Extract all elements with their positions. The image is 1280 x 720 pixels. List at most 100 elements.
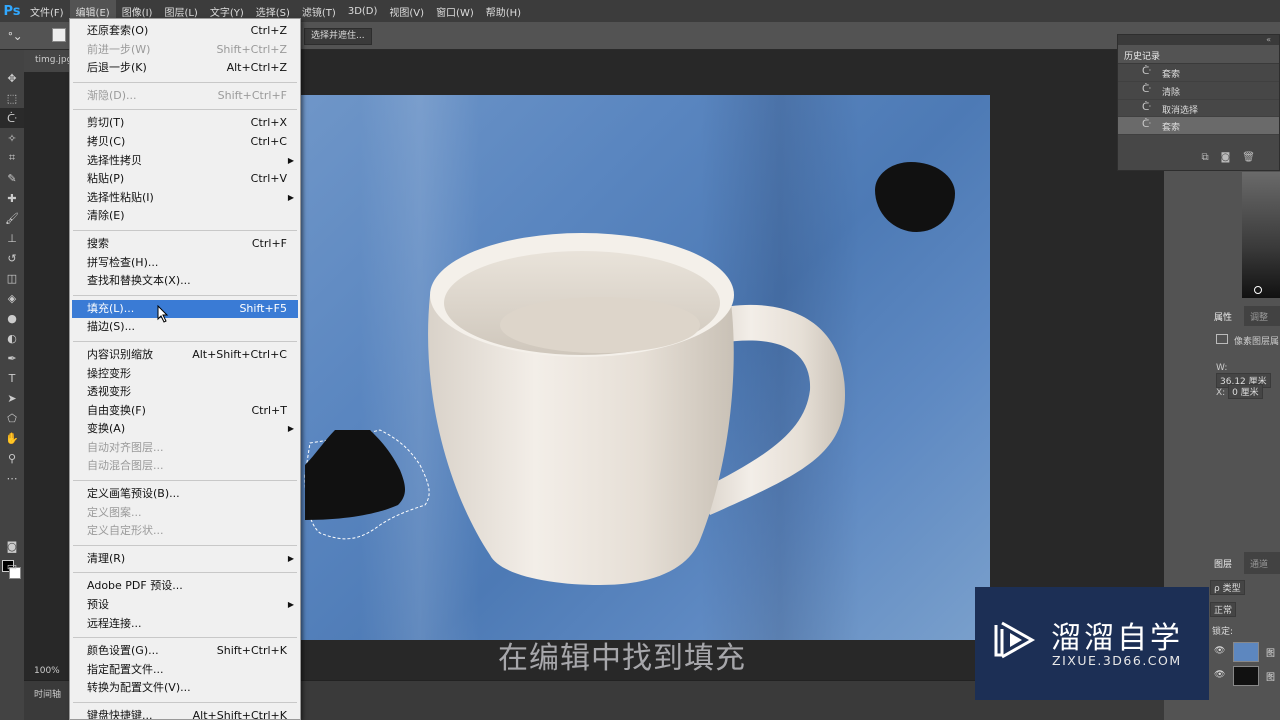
submenu-arrow-icon: ▶ (287, 424, 294, 434)
eye-visibility-icon[interactable]: 👁 (1214, 646, 1225, 656)
menu-item[interactable]: 剪切(T) Ctrl+X (70, 114, 300, 133)
menu-10[interactable]: 窗口(W) (430, 0, 480, 22)
more-tools-icon[interactable]: ⋯ (0, 468, 24, 488)
menu-item[interactable]: 拷贝(C) Ctrl+C (70, 133, 300, 152)
menu-item[interactable]: 选择性拷贝 ▶ (70, 152, 300, 171)
menu-item[interactable]: 颜色设置(G)... Shift+Ctrl+K (70, 642, 300, 661)
screen-mode-icon[interactable]: ▭ (0, 556, 24, 576)
menu-item[interactable]: 后退一步(K) Alt+Ctrl+Z (70, 59, 300, 78)
menu-item-label: 自动对齐图层... (87, 440, 164, 454)
zoom-tool-icon[interactable]: ⚲ (0, 448, 24, 468)
quick-mask-icon[interactable]: ◙ (0, 536, 24, 556)
history-state[interactable]: ᑤ 取消选择 (1118, 100, 1279, 118)
layer-name[interactable]: 图 (1266, 646, 1275, 659)
color-picker-field[interactable] (1242, 172, 1280, 298)
healing-brush-icon[interactable]: ✚ (0, 188, 24, 208)
menu-item[interactable]: Adobe PDF 预设... (70, 577, 300, 596)
eraser-icon[interactable]: ◫ (0, 268, 24, 288)
tab-layers[interactable]: 图层 (1208, 552, 1244, 574)
document-tab[interactable]: timg.jpg (24, 50, 72, 72)
menu-item[interactable]: 选择性粘贴(I) ▶ (70, 189, 300, 208)
menu-item[interactable]: 搜索 Ctrl+F (70, 235, 300, 254)
watermark-subtitle: ZIXUE.3D66.COM (1052, 653, 1182, 668)
history-state-label: 套索 (1162, 123, 1181, 134)
menu-item[interactable]: 查找和替换文本(X)... (70, 272, 300, 291)
panel-collapse-icon[interactable]: « (1118, 35, 1279, 45)
eyedropper-icon[interactable]: ✎ (0, 168, 24, 188)
tab-channels[interactable]: 通道 (1244, 552, 1280, 574)
blur-tool-icon[interactable]: ● (0, 308, 24, 328)
lasso-tool-icon[interactable]: ᑤ (0, 108, 24, 128)
menu-item[interactable]: 拼写检查(H)... (70, 254, 300, 273)
path-selection-icon[interactable]: ➤ (0, 388, 24, 408)
menu-item-label: 搜索 (87, 236, 109, 250)
color-picker-handle[interactable] (1254, 286, 1262, 294)
eye-visibility-icon[interactable]: 👁 (1214, 670, 1225, 680)
new-document-from-state-icon[interactable]: ⧉ (1201, 152, 1208, 170)
menu-item[interactable]: 自由变换(F) Ctrl+T (70, 402, 300, 421)
stamp-tool-icon[interactable]: ⊥ (0, 228, 24, 248)
menu-item[interactable]: 指定配置文件... (70, 661, 300, 680)
brush-tool-icon[interactable]: 🖌 (0, 208, 24, 228)
layer-thumbnail[interactable] (1233, 642, 1259, 662)
layer-thumbnail[interactable] (1233, 666, 1259, 686)
menu-item[interactable]: 预设 ▶ (70, 596, 300, 615)
new-selection-icon[interactable] (52, 28, 66, 42)
menu-11[interactable]: 帮助(H) (480, 0, 527, 22)
menu-item[interactable]: 内容识别缩放 Alt+Shift+Ctrl+C (70, 346, 300, 365)
menu-item[interactable]: 透视变形 (70, 383, 300, 402)
delete-trash-icon[interactable]: 🗑 (1242, 152, 1255, 170)
menu-item[interactable]: 粘贴(P) Ctrl+V (70, 170, 300, 189)
x-label: X: (1216, 388, 1226, 398)
hand-tool-icon[interactable]: ✋ (0, 428, 24, 448)
menu-8[interactable]: 3D(D) (342, 0, 384, 22)
history-panel: « 历史记录 ᑤ 套索 ᑤ 清除 ᑤ 取消选择 ᑤ 套索 ⧉ ◙ 🗑 (1117, 34, 1280, 171)
menu-item-shortcut: Alt+Shift+Ctrl+K (192, 709, 287, 720)
menu-9[interactable]: 视图(V) (383, 0, 430, 22)
menu-item[interactable]: 填充(L)... Shift+F5 (72, 299, 298, 319)
watermark: 溜溜自学 ZIXUE.3D66.COM (975, 587, 1209, 700)
snapshot-camera-icon[interactable]: ◙ (1221, 152, 1231, 170)
layer-name[interactable]: 图 (1266, 670, 1275, 683)
layer-kind-filter[interactable]: ρ 类型 (1210, 580, 1245, 595)
history-state[interactable]: ᑤ 套索 (1118, 117, 1279, 136)
history-state[interactable]: ᑤ 清除 (1118, 82, 1279, 100)
menu-item[interactable]: 操控变形 (70, 365, 300, 384)
pen-tool-icon[interactable]: ✒ (0, 348, 24, 368)
tab-properties[interactable]: 属性 (1208, 306, 1244, 326)
shape-tool-icon[interactable]: ⬠ (0, 408, 24, 428)
menu-item[interactable]: 还原套索(O) Ctrl+Z (70, 22, 300, 41)
menu-item[interactable]: 描边(S)... (70, 318, 300, 337)
history-state[interactable]: ᑤ 套索 (1118, 64, 1279, 82)
paint-bucket-icon[interactable]: ◈ (0, 288, 24, 308)
x-field[interactable]: 0 厘米 (1228, 384, 1263, 399)
blend-mode-select[interactable]: 正常 (1210, 602, 1237, 617)
menu-item[interactable]: 键盘快捷键... Alt+Shift+Ctrl+K (70, 707, 300, 720)
type-tool-icon[interactable]: T (0, 368, 24, 388)
menu-item-label: 内容识别缩放 (87, 347, 153, 361)
tab-adjustments[interactable]: 调整 (1244, 306, 1280, 326)
menu-item[interactable]: 转换为配置文件(V)... (70, 679, 300, 698)
menu-item[interactable]: 清理(R) ▶ (70, 550, 300, 569)
menu-item[interactable]: 清除(E) (70, 207, 300, 226)
magic-wand-icon[interactable]: ✧ (0, 128, 24, 148)
menu-item-shortcut: Shift+Ctrl+Z (216, 42, 287, 56)
menu-1[interactable]: 文件(F) (24, 0, 70, 22)
menu-item-label: 键盘快捷键... (87, 709, 153, 720)
menu-item[interactable]: 远程连接... (70, 615, 300, 634)
crop-tool-icon[interactable]: ⌗ (0, 148, 24, 168)
select-and-mask-button[interactable]: 选择并遮住... (304, 28, 372, 45)
dodge-tool-icon[interactable]: ◐ (0, 328, 24, 348)
lasso-tool-preset-icon[interactable]: ᐤ⌄ (8, 29, 23, 43)
move-tool-icon[interactable]: ✥ (0, 68, 24, 88)
marquee-tool-icon[interactable]: ⬚ (0, 88, 24, 108)
menu-separator (70, 633, 300, 642)
history-tab[interactable]: 历史记录 (1118, 45, 1279, 64)
menu-7[interactable]: 滤镜(T) (296, 0, 342, 22)
menu-separator (70, 291, 300, 300)
layers-tabs: 图层 通道 (1208, 552, 1280, 574)
menu-item-label: 变换(A) (87, 422, 126, 436)
menu-item[interactable]: 变换(A) ▶ (70, 420, 300, 439)
menu-item[interactable]: 定义画笔预设(B)... (70, 485, 300, 504)
history-brush-icon[interactable]: ↺ (0, 248, 24, 268)
